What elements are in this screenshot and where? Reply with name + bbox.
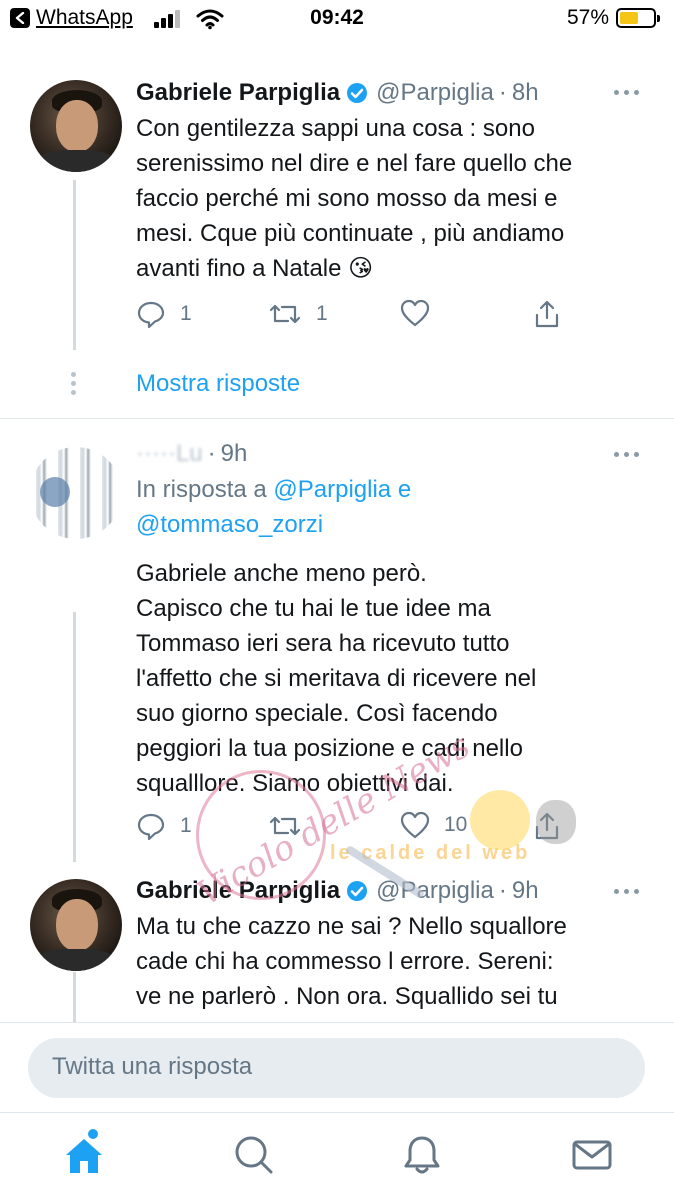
search-icon bbox=[235, 1136, 273, 1174]
like-button[interactable]: 10 bbox=[400, 811, 467, 839]
battery-icon bbox=[616, 8, 660, 28]
thread-dots bbox=[71, 372, 77, 399]
author-handle[interactable]: @Parpiglia bbox=[376, 79, 494, 107]
reply-count: 1 bbox=[180, 814, 192, 837]
reply-count: 1 bbox=[180, 302, 192, 325]
more-options-icon[interactable] bbox=[612, 450, 642, 460]
retweet-icon bbox=[269, 304, 301, 324]
mention-link[interactable]: @Parpiglia bbox=[273, 476, 391, 503]
like-count: 10 bbox=[444, 813, 468, 836]
tweet-text: Ma tu che cazzo ne sai ? Nello squallore… bbox=[136, 913, 567, 1010]
envelope-icon bbox=[572, 1140, 612, 1170]
tab-bar bbox=[0, 1112, 674, 1200]
avatar[interactable] bbox=[30, 879, 122, 971]
reply-input-placeholder: Twitta una risposta bbox=[52, 1053, 253, 1080]
separator-dot: · bbox=[498, 877, 507, 904]
verified-badge-icon bbox=[347, 881, 368, 901]
mention-join: e bbox=[397, 476, 412, 503]
new-content-dot bbox=[88, 1129, 98, 1139]
author-handle[interactable]: ·····Lu bbox=[136, 440, 203, 468]
avatar[interactable] bbox=[30, 447, 122, 539]
reply-icon bbox=[137, 301, 165, 329]
show-replies-link[interactable]: Mostra risposte bbox=[136, 370, 300, 398]
reply-icon bbox=[137, 813, 165, 841]
avatar[interactable] bbox=[30, 80, 122, 172]
tweet-header: Gabriele Parpiglia @Parpiglia · 8h bbox=[136, 77, 539, 109]
reply-button[interactable]: 1 bbox=[136, 299, 192, 329]
divider bbox=[0, 418, 674, 419]
compose-bar: Twitta una risposta bbox=[0, 1022, 674, 1112]
bell-icon bbox=[404, 1136, 440, 1174]
tab-messages[interactable] bbox=[570, 1133, 614, 1177]
battery-percentage: 57% bbox=[567, 6, 610, 29]
heart-icon bbox=[400, 299, 430, 327]
status-bar: WhatsApp 09:42 57% bbox=[0, 0, 674, 40]
more-options-icon[interactable] bbox=[612, 887, 642, 897]
like-button[interactable] bbox=[400, 299, 430, 327]
reply-context: In risposta a @Parpiglia e @tommaso_zorz… bbox=[136, 472, 656, 542]
thread-connector bbox=[73, 612, 76, 862]
author-name[interactable]: Gabriele Parpiglia bbox=[136, 79, 340, 107]
tweet-header: ·····Lu · 9h bbox=[136, 438, 247, 470]
tweet-actions: 1 1 bbox=[136, 299, 576, 329]
retweet-count: 1 bbox=[316, 302, 328, 325]
share-icon bbox=[535, 300, 559, 328]
reply-input[interactable]: Twitta una risposta bbox=[28, 1038, 645, 1098]
tab-search[interactable] bbox=[232, 1133, 276, 1177]
tweet-time: 8h bbox=[511, 79, 539, 106]
thread-connector bbox=[73, 180, 76, 350]
tab-notifications[interactable] bbox=[400, 1133, 444, 1177]
heart-icon bbox=[400, 811, 430, 839]
watermark-character bbox=[536, 800, 576, 844]
mention-link[interactable]: @tommaso_zorzi bbox=[136, 511, 323, 538]
verified-badge-icon bbox=[347, 83, 368, 103]
more-options-icon[interactable] bbox=[612, 88, 642, 98]
tweet-time: 9h bbox=[511, 877, 539, 904]
home-icon bbox=[66, 1139, 102, 1173]
share-button[interactable] bbox=[532, 299, 562, 329]
tab-home[interactable] bbox=[62, 1129, 106, 1177]
tweet-text: Con gentilezza sappi una cosa : sono ser… bbox=[136, 115, 573, 282]
watermark-character bbox=[470, 790, 530, 850]
separator-dot: · bbox=[207, 440, 216, 467]
thread-connector bbox=[73, 972, 76, 1022]
reply-prefix: In risposta a bbox=[136, 476, 267, 503]
separator-dot: · bbox=[498, 79, 507, 106]
tweet-time: 9h bbox=[220, 440, 248, 467]
reply-button[interactable]: 1 bbox=[136, 811, 192, 841]
retweet-button[interactable]: 1 bbox=[268, 299, 328, 329]
